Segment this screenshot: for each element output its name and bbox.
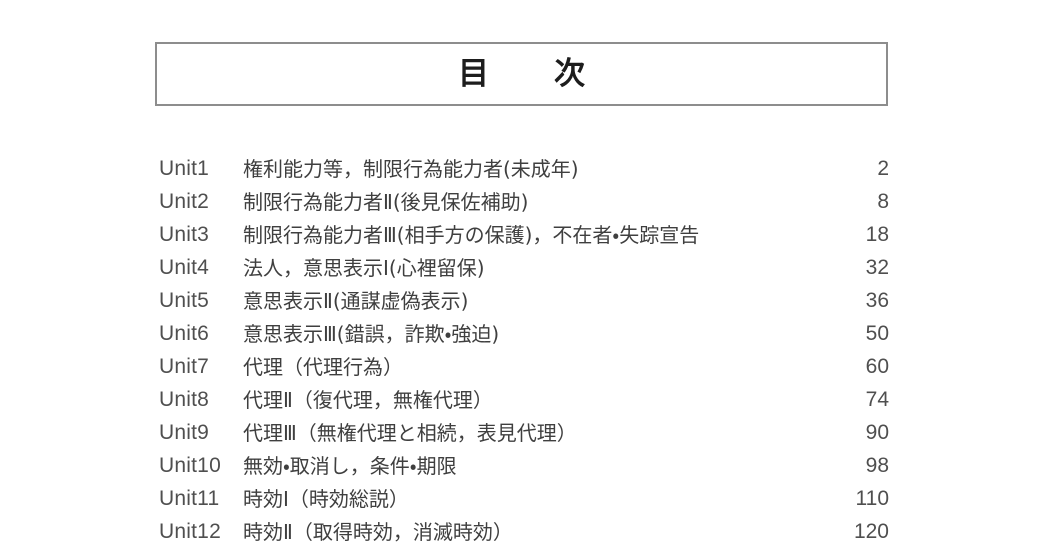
toc-entry-row[interactable]: Unit6 意思表示Ⅲ(錯誤，詐欺・強迫) 50 [159, 317, 889, 350]
toc-entry-row[interactable]: Unit2 制限行為能力者Ⅱ(後見保佐補助) 8 [159, 185, 889, 218]
toc-entry-title: 制限行為能力者Ⅱ(後見保佐補助) [243, 189, 529, 214]
toc-entry-title: 無効・取消し，条件・期限 [243, 453, 457, 478]
toc-page-number: 74 [865, 388, 889, 411]
toc-page-number: 32 [865, 256, 889, 279]
toc-unit-label: Unit2 [159, 190, 210, 213]
toc-page-number: 8 [877, 190, 889, 213]
toc-entry-row[interactable]: Unit11 時効Ⅰ（時効総説） 110 [159, 482, 889, 515]
toc-entry-row[interactable]: Unit1 権利能力等，制限行為能力者(未成年) 2 [159, 152, 889, 185]
toc-unit-label: Unit8 [159, 388, 210, 411]
toc-entry-title: 代理Ⅲ（無権代理と相続，表見代理） [243, 420, 577, 445]
toc-entry-row[interactable]: Unit9 代理Ⅲ（無権代理と相続，表見代理） 90 [159, 416, 889, 449]
toc-entry-title: 権利能力等，制限行為能力者(未成年) [243, 156, 579, 181]
toc-entry-title: 時効Ⅰ（時効総説） [243, 486, 409, 511]
toc-page-number: 2 [877, 157, 889, 180]
toc-unit-label: Unit5 [159, 289, 210, 312]
table-of-contents-list: Unit1 権利能力等，制限行為能力者(未成年) 2 Unit2 制限行為能力者Ⅱ(後見… [159, 152, 889, 548]
toc-entry-title: 代理Ⅱ（復代理，無権代理） [243, 387, 493, 412]
toc-page-number: 90 [865, 421, 889, 444]
toc-page-number: 98 [865, 454, 889, 477]
toc-entry-row[interactable]: Unit4 法人，意思表示Ⅰ(心裡留保) 32 [159, 251, 889, 284]
table-of-contents-title-box: 目 次 [155, 42, 888, 106]
toc-page-number: 36 [865, 289, 889, 312]
toc-unit-label: Unit7 [159, 355, 210, 378]
toc-page-number: 120 [853, 520, 889, 543]
toc-unit-label: Unit9 [159, 421, 210, 444]
toc-entry-row[interactable]: Unit10 無効・取消し，条件・期限 98 [159, 449, 889, 482]
toc-entry-title: 時効Ⅱ（取得時効，消滅時効） [243, 519, 513, 544]
toc-page-number: 18 [865, 223, 889, 246]
toc-unit-label: Unit10 [159, 454, 221, 477]
toc-entry-row[interactable]: Unit12 時効Ⅱ（取得時効，消滅時効） 120 [159, 515, 889, 548]
toc-unit-label: Unit3 [159, 223, 210, 246]
toc-page-number: 110 [855, 487, 889, 510]
document-page: 目 次 Unit1 権利能力等，制限行為能力者(未成年) 2 Unit2 制限行為能力者… [0, 0, 1049, 548]
toc-entry-row[interactable]: Unit5 意思表示Ⅱ(通謀虚偽表示) 36 [159, 284, 889, 317]
toc-entry-title: 意思表示Ⅱ(通謀虚偽表示) [243, 288, 469, 313]
toc-unit-label: Unit11 [159, 487, 220, 510]
toc-entry-title: 法人，意思表示Ⅰ(心裡留保) [243, 255, 485, 280]
toc-page-number: 60 [865, 355, 889, 378]
toc-entry-row[interactable]: Unit8 代理Ⅱ（復代理，無権代理） 74 [159, 383, 889, 416]
toc-entry-title: 代理（代理行為） [243, 354, 403, 379]
toc-page-number: 50 [865, 322, 889, 345]
toc-entry-row[interactable]: Unit7 代理（代理行為） 60 [159, 350, 889, 383]
toc-unit-label: Unit1 [159, 157, 210, 180]
toc-entry-title: 制限行為能力者Ⅲ(相手方の保護)，不在者・失踪宣告 [243, 222, 700, 247]
page-title: 目 次 [457, 55, 603, 92]
toc-unit-label: Unit6 [159, 322, 210, 345]
toc-entry-title: 意思表示Ⅲ(錯誤，詐欺・強迫) [243, 321, 500, 346]
toc-unit-label: Unit12 [159, 520, 221, 543]
toc-unit-label: Unit4 [159, 256, 210, 279]
toc-entry-row[interactable]: Unit3 制限行為能力者Ⅲ(相手方の保護)，不在者・失踪宣告 18 [159, 218, 889, 251]
